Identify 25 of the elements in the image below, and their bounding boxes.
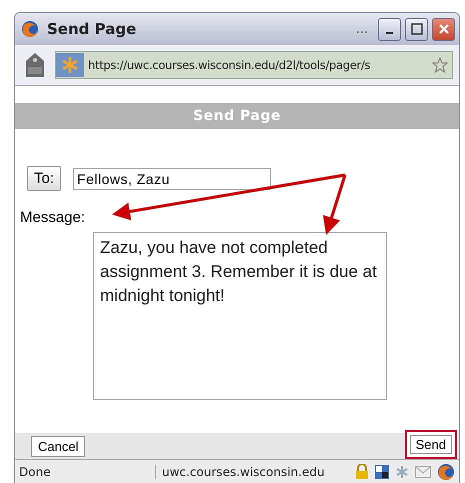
title-ellipsis: ... [356,22,368,36]
maximize-icon [410,23,422,35]
close-icon [438,23,450,35]
star-icon[interactable] [432,57,448,73]
message-label: Message: [20,209,86,226]
address-field[interactable]: https://uwc.courses.wisconsin.edu/d2l/tools/pager/s [55,51,453,79]
to-button[interactable]: To: [27,166,62,191]
maximize-button[interactable] [405,18,428,40]
send-button[interactable]: Send [404,430,457,459]
globe-icon [21,20,39,38]
tag-icon[interactable] [25,52,45,78]
window-title: Send Page [47,20,138,38]
cancel-button[interactable]: Cancel [31,436,86,457]
window-icon[interactable] [375,465,389,479]
close-button[interactable] [432,18,455,40]
asterisk-icon [56,53,84,77]
globe-icon[interactable] [437,463,455,481]
minimize-icon [386,32,393,34]
minimize-button[interactable] [378,18,401,40]
domain-text: uwc.courses.wisconsin.edu [155,465,349,479]
page-header: Send Page [15,103,459,129]
message-field[interactable]: Zazu, you have not completed assignment 3. Remember it is due at midnight tonight! [93,232,387,400]
padlock-icon [355,464,369,480]
recipient-field[interactable]: Fellows, Zazu [73,168,272,190]
status-text: Done [19,465,52,479]
